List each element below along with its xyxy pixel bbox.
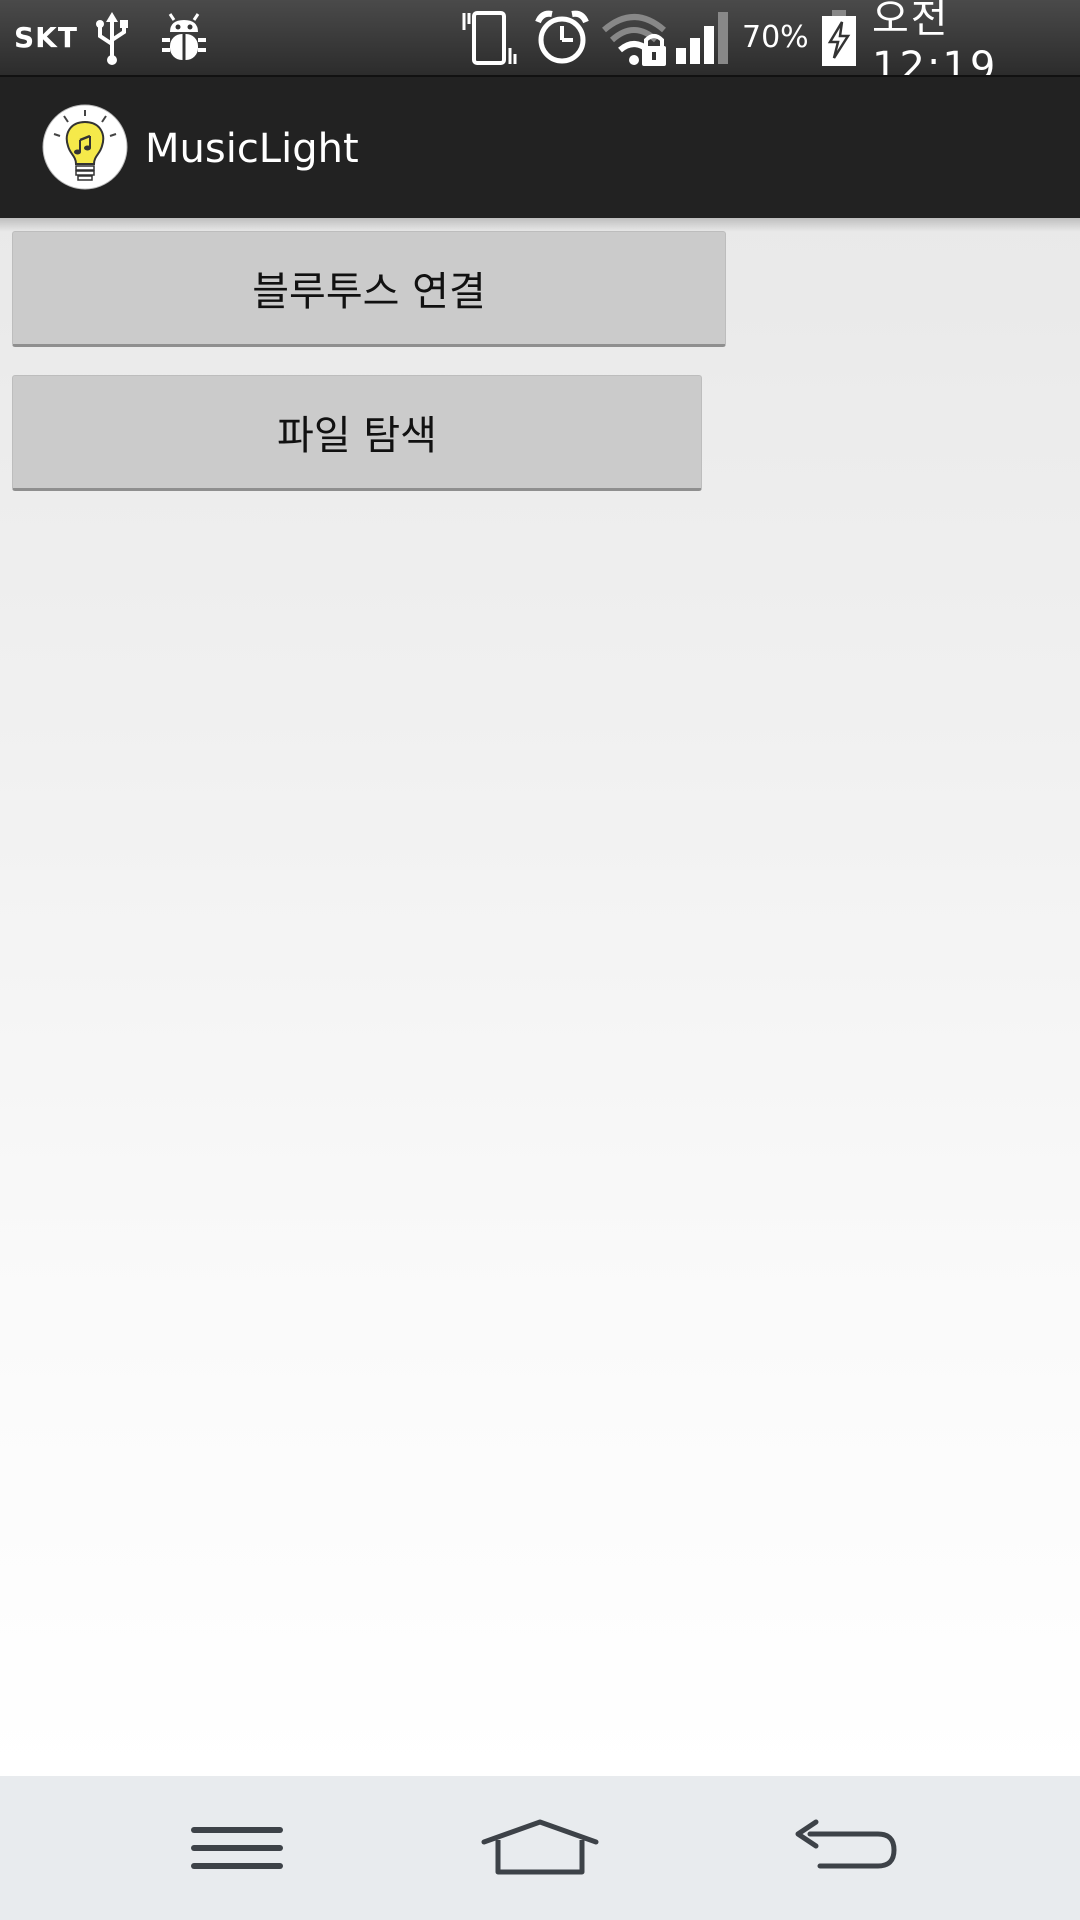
- status-bar: SKT 70% 오전 12:19: [0, 0, 1080, 90]
- menu-icon[interactable]: [147, 1776, 327, 1920]
- signal-icon: [674, 0, 734, 75]
- clock: 오전 12:19: [872, 0, 998, 90]
- battery-charging-icon: [818, 0, 860, 75]
- action-bar: MusicLight: [0, 75, 1080, 218]
- home-icon[interactable]: [450, 1776, 630, 1920]
- phone-screen: SKT 70% 오전 12:19 MusicLight 블루투스 연결 파일 탐…: [0, 0, 1080, 1920]
- battery-percent: 70%: [742, 20, 809, 55]
- debug-bug-icon: [156, 0, 212, 75]
- app-title: MusicLight: [145, 126, 359, 172]
- navigation-bar: [0, 1776, 1080, 1920]
- vibrate-icon: [458, 0, 522, 75]
- main-content: 블루투스 연결 파일 탐색: [0, 218, 1080, 1776]
- bluetooth-connect-button[interactable]: 블루투스 연결: [12, 231, 726, 347]
- carrier-label: SKT: [14, 21, 78, 54]
- file-search-button[interactable]: 파일 탐색: [12, 375, 702, 491]
- lightbulb-music-icon[interactable]: [42, 104, 128, 190]
- alarm-icon: [532, 0, 592, 75]
- back-icon[interactable]: [755, 1776, 935, 1920]
- wifi-locked-icon: [600, 0, 670, 75]
- usb-icon: [92, 0, 132, 75]
